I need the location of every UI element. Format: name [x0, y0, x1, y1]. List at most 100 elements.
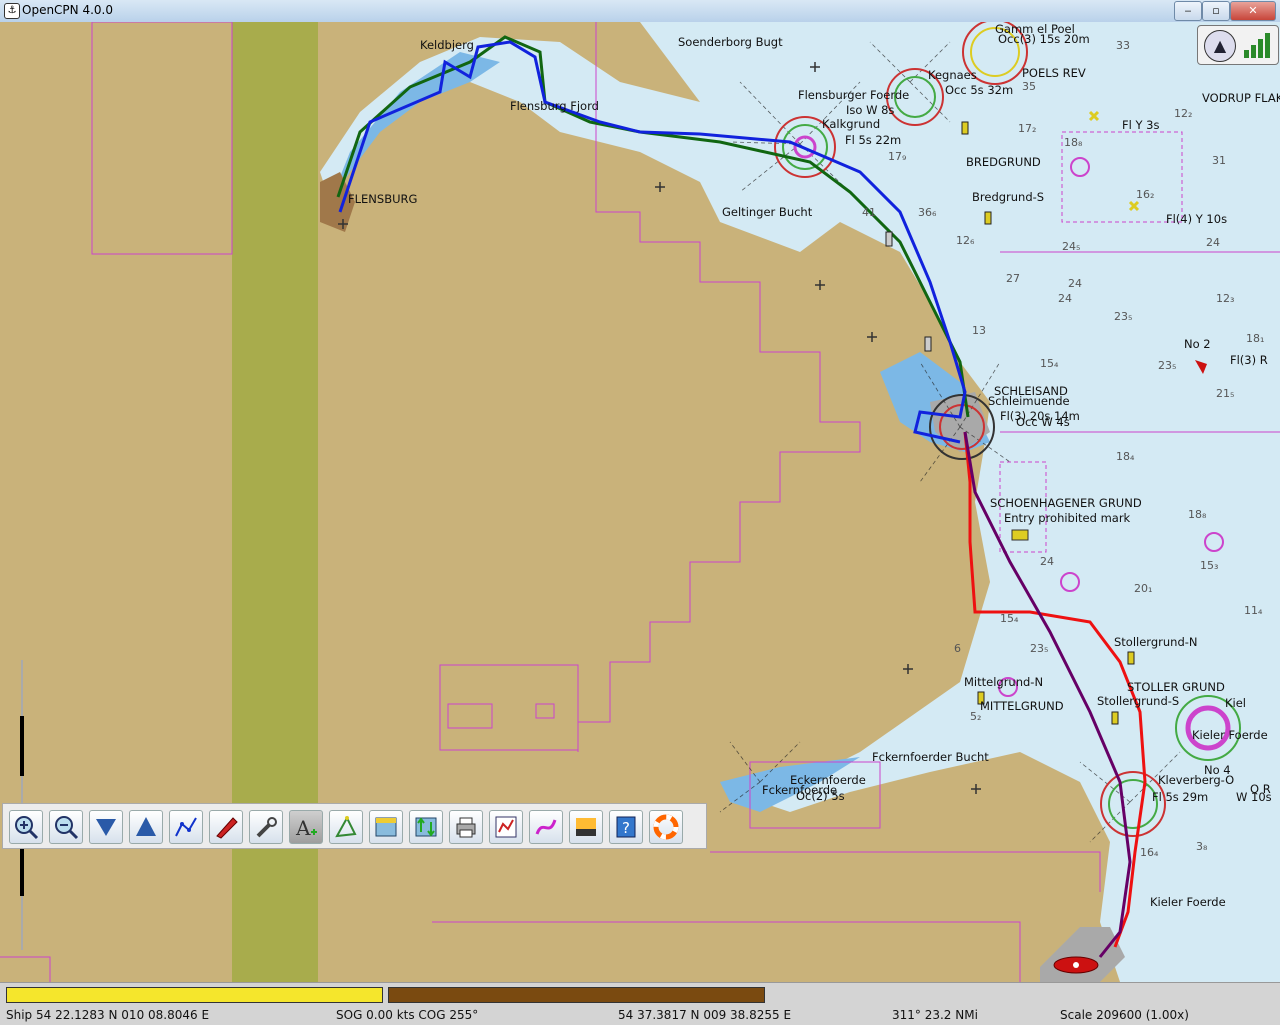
ship-position: Ship 54 22.1283 N 010 08.8046 E [6, 1008, 210, 1022]
chart-label: STOLLER GRUND [1127, 680, 1225, 694]
chart-label: No 2 [1184, 337, 1211, 351]
depth-sounding: 24 [1040, 555, 1054, 568]
depth-sounding: 21₅ [1216, 387, 1235, 400]
depth-sounding: 24 [1068, 277, 1082, 290]
chart-label: Occ W 4s [1016, 415, 1070, 429]
app-icon: ⚓ [4, 3, 20, 19]
chart-label: VODRUP FLAK [1202, 91, 1280, 105]
close-button[interactable]: ✕ [1230, 1, 1276, 21]
maximize-button[interactable]: ▫ [1202, 1, 1230, 21]
window-title: OpenCPN 4.0.0 [22, 3, 113, 17]
triangle-up-icon [136, 817, 156, 836]
cursor-position: 54 37.3817 N 009 38.8255 E [618, 1008, 792, 1022]
chart-label: Flensburger Foerde [798, 88, 910, 102]
chart-label: Kalkgrund [822, 117, 881, 131]
minimize-button[interactable]: ‒ [1174, 1, 1202, 21]
depth-sounding: 36₆ [918, 206, 937, 219]
depth-sounding: 18₄ [1116, 450, 1135, 463]
svg-text:?: ? [622, 819, 630, 837]
track-icon [535, 819, 557, 835]
svg-text:A: A [295, 816, 311, 840]
chart-label: Flensburg Fjord [510, 99, 599, 113]
depth-sounding: 18₈ [1188, 508, 1207, 521]
chart-label: Kieler Foerde [1150, 895, 1226, 909]
depth-sounding: 15₃ [1200, 559, 1219, 572]
scale-down-button[interactable] [89, 810, 123, 844]
tides-button[interactable] [369, 810, 403, 844]
text-toggle-button[interactable]: A [289, 810, 323, 844]
depth-sounding: 5₂ [970, 710, 982, 723]
text-add-icon: A [295, 816, 317, 840]
depth-sounding: 35 [1022, 80, 1036, 93]
depth-sounding: 27 [1006, 272, 1020, 285]
title-bar: ⚓ OpenCPN 4.0.0 ‒ ▫ ✕ [0, 0, 1280, 23]
auto-follow-button[interactable] [209, 810, 243, 844]
depth-sounding: 24 [1206, 236, 1220, 249]
mob-button[interactable] [649, 810, 683, 844]
depth-sounding: 23₅ [1158, 359, 1177, 372]
depth-sounding: 24₅ [1062, 240, 1081, 253]
help-icon: ? [616, 816, 636, 838]
chart-scale: Scale 209600 (1.00x) [1060, 1008, 1189, 1022]
zoom-in-button[interactable] [9, 810, 43, 844]
chart-label: Stollergrund-N [1114, 635, 1198, 649]
depth-sounding: 16₄ [1140, 846, 1159, 859]
zoom-out-button[interactable] [49, 810, 83, 844]
wrench-icon [256, 817, 277, 838]
depth-sounding: 23₅ [1114, 310, 1133, 323]
scale-up-button[interactable] [129, 810, 163, 844]
measure-icon [335, 815, 357, 838]
track-button[interactable] [529, 810, 563, 844]
gps-signal-icon [1244, 33, 1270, 58]
depth-sounding: 18₁ [1246, 332, 1265, 345]
create-route-button[interactable] [169, 810, 203, 844]
color-scheme-button[interactable] [569, 810, 603, 844]
chart-label: BREDGRUND [966, 155, 1041, 169]
chart-label: Fl Y 3s [1122, 118, 1160, 132]
chart-label: Stollergrund-S [1097, 694, 1180, 708]
chart-label: POELS REV [1022, 66, 1086, 80]
depth-sounding: 33 [1116, 39, 1130, 52]
ship-icon [216, 817, 238, 839]
depth-sounding: 15₄ [1000, 612, 1019, 625]
printer-icon [456, 817, 476, 838]
bearing-distance: 311° 23.2 NMi [892, 1008, 978, 1022]
zoom-out-icon [55, 816, 79, 840]
status-progress-brown [388, 987, 765, 1003]
options-button[interactable] [249, 810, 283, 844]
status-bar: Ship 54 22.1283 N 010 08.8046 E SOG 0.00… [0, 982, 1280, 1025]
tide-icon [375, 817, 397, 837]
chart-label: W 10s [1236, 790, 1272, 804]
triangle-down-icon [96, 819, 116, 836]
status-progress-yellow [6, 987, 383, 1003]
currents-button[interactable] [409, 810, 443, 844]
depth-sounding: 13 [972, 324, 986, 337]
chart-label: Kieler Foerde [1192, 728, 1268, 742]
chart-label: Occ(3) 15s 20m [998, 32, 1090, 46]
measure-button[interactable] [329, 810, 363, 844]
compass-widget[interactable]: ▲ [1197, 25, 1279, 65]
print-button[interactable] [449, 810, 483, 844]
chart-label: SCHOENHAGENER GRUND [990, 496, 1142, 510]
depth-sounding: 41 [862, 206, 876, 219]
slider-thumb-upper[interactable] [20, 716, 24, 776]
depth-sounding: 12₃ [1216, 292, 1235, 305]
chart-label: Mittelgrund-N [964, 675, 1044, 689]
chart-label: Soenderborg Bugt [678, 35, 783, 49]
chart-label: Iso W 8s [846, 103, 895, 117]
depth-sounding: 18₈ [1064, 136, 1083, 149]
chart-label: Keldbjerg [420, 38, 474, 52]
sog-cog: SOG 0.00 kts COG 255° [336, 1008, 479, 1022]
depth-sounding: 12₂ [1174, 107, 1193, 120]
chart-label: Kegnaes [928, 68, 977, 82]
route-manager-button[interactable] [489, 810, 523, 844]
chart-label: FLENSBURG [348, 192, 418, 206]
route-manager-icon [495, 816, 517, 838]
compass-rose-icon: ▲ [1204, 30, 1236, 62]
main-toolbar: A? [2, 803, 707, 849]
chart-label: Kiel [1225, 696, 1247, 710]
help-button[interactable]: ? [609, 810, 643, 844]
chart-label: Fl(3) R [1230, 353, 1268, 367]
chart-label: Schleimuende [988, 394, 1070, 408]
chart-label: Fl 5s 29m [1152, 790, 1209, 804]
